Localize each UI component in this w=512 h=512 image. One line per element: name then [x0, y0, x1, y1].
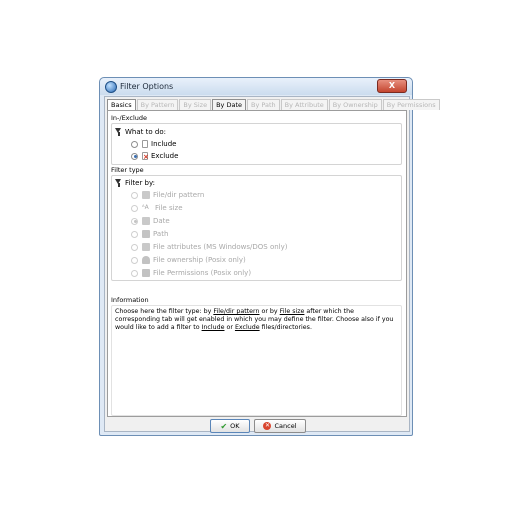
filter-option-pattern[interactable]: File/dir pattern [131, 189, 204, 201]
tab-strip: Basics By Pattern By Size By Date By Pat… [107, 99, 441, 111]
filter-by-row: Filter by: [115, 177, 155, 189]
path-label: Path [153, 230, 169, 238]
include-exclude-title: In-/Exclude [111, 114, 148, 122]
pattern-radio[interactable] [131, 191, 138, 199]
ok-label: OK [230, 422, 240, 430]
filter-option-path[interactable]: Path [131, 228, 168, 240]
what-to-do-label: What to do: [125, 128, 166, 136]
cancel-label: Cancel [274, 422, 297, 430]
date-radio[interactable] [131, 217, 138, 225]
user-icon [142, 256, 150, 264]
size-label: File size [155, 204, 183, 212]
information-group: Information Choose here the filter type:… [111, 296, 402, 416]
attributes-icon [142, 243, 150, 251]
exclude-file-icon: × [142, 152, 149, 161]
dialog-client: Basics By Pattern By Size By Date By Pat… [104, 96, 440, 433]
lock-icon [142, 269, 150, 277]
calendar-icon [142, 217, 150, 225]
include-option[interactable]: Include [131, 138, 176, 150]
file-size-link[interactable]: File size [280, 308, 305, 315]
filter-option-size[interactable]: ᴬA File size [131, 202, 183, 214]
information-box: Choose here the filter type: by File/dir… [111, 305, 402, 416]
funnel-icon [115, 179, 122, 187]
funnel-icon [115, 128, 122, 136]
what-to-do-row: What to do: [115, 126, 166, 138]
app-icon [105, 81, 117, 93]
filter-type-title: Filter type [111, 166, 144, 174]
include-exclude-box: What to do: Include × Exclude [111, 123, 402, 165]
tab-by-ownership[interactable]: By Ownership [328, 99, 382, 110]
information-text: Choose here the filter type: by File/dir… [115, 308, 394, 331]
include-label: Include [151, 140, 177, 148]
exclude-label: Exclude [151, 152, 179, 160]
file-dir-pattern-link[interactable]: File/dir pattern [213, 308, 259, 315]
path-radio[interactable] [131, 230, 138, 238]
information-title: Information [111, 296, 149, 304]
cancel-button[interactable]: ✕ Cancel [254, 419, 306, 433]
close-button[interactable]: X [377, 79, 407, 93]
filter-option-attributes[interactable]: File attributes (MS Windows/DOS only) [131, 241, 288, 253]
basics-panel: In-/Exclude What to do: Include × Exclud… [107, 110, 407, 417]
filter-options-dialog: Filter Options X Basics By Pattern By Si… [99, 77, 440, 436]
include-exclude-group: In-/Exclude What to do: Include × Exclud… [111, 114, 402, 165]
include-radio[interactable] [131, 140, 138, 148]
tab-by-path[interactable]: By Path [247, 99, 280, 110]
exclude-link[interactable]: Exclude [235, 324, 260, 331]
permissions-radio[interactable] [131, 269, 138, 277]
pattern-icon [142, 191, 150, 199]
ownership-radio[interactable] [131, 256, 138, 264]
ok-button[interactable]: ✔ OK [210, 419, 250, 433]
size-radio[interactable] [131, 204, 138, 212]
checkmark-icon: ✔ [220, 421, 228, 431]
include-link[interactable]: Include [202, 324, 225, 331]
include-file-icon [142, 140, 148, 148]
attributes-label: File attributes (MS Windows/DOS only) [153, 243, 288, 251]
tab-by-pattern[interactable]: By Pattern [136, 99, 179, 110]
cancel-icon: ✕ [263, 422, 272, 430]
attributes-radio[interactable] [131, 243, 138, 251]
permissions-label: File Permissions (Posix only) [153, 269, 252, 277]
ownership-label: File ownership (Posix only) [153, 256, 246, 264]
filter-type-box: Filter by: File/dir pattern ᴬA File size [111, 175, 402, 281]
tab-by-date[interactable]: By Date [212, 99, 247, 110]
button-bar: ✔ OK ✕ Cancel [105, 419, 409, 433]
exclude-radio[interactable] [131, 152, 138, 160]
pattern-label: File/dir pattern [153, 191, 205, 199]
filter-option-ownership[interactable]: File ownership (Posix only) [131, 254, 246, 266]
filter-option-permissions[interactable]: File Permissions (Posix only) [131, 267, 251, 279]
date-label: Date [153, 217, 170, 225]
title-bar: Filter Options X [100, 78, 412, 95]
window-title: Filter Options [120, 82, 174, 91]
folder-icon [142, 230, 150, 238]
size-icon: ᴬA [142, 204, 149, 211]
tab-by-permissions[interactable]: By Permissions [382, 99, 440, 110]
filter-option-date[interactable]: Date [131, 215, 170, 227]
exclude-option[interactable]: × Exclude [131, 150, 178, 162]
tab-by-attribute[interactable]: By Attribute [280, 99, 328, 110]
filter-type-group: Filter type Filter by: File/dir pattern … [111, 166, 402, 281]
filter-by-label: Filter by: [125, 179, 155, 187]
tab-by-size[interactable]: By Size [179, 99, 212, 110]
